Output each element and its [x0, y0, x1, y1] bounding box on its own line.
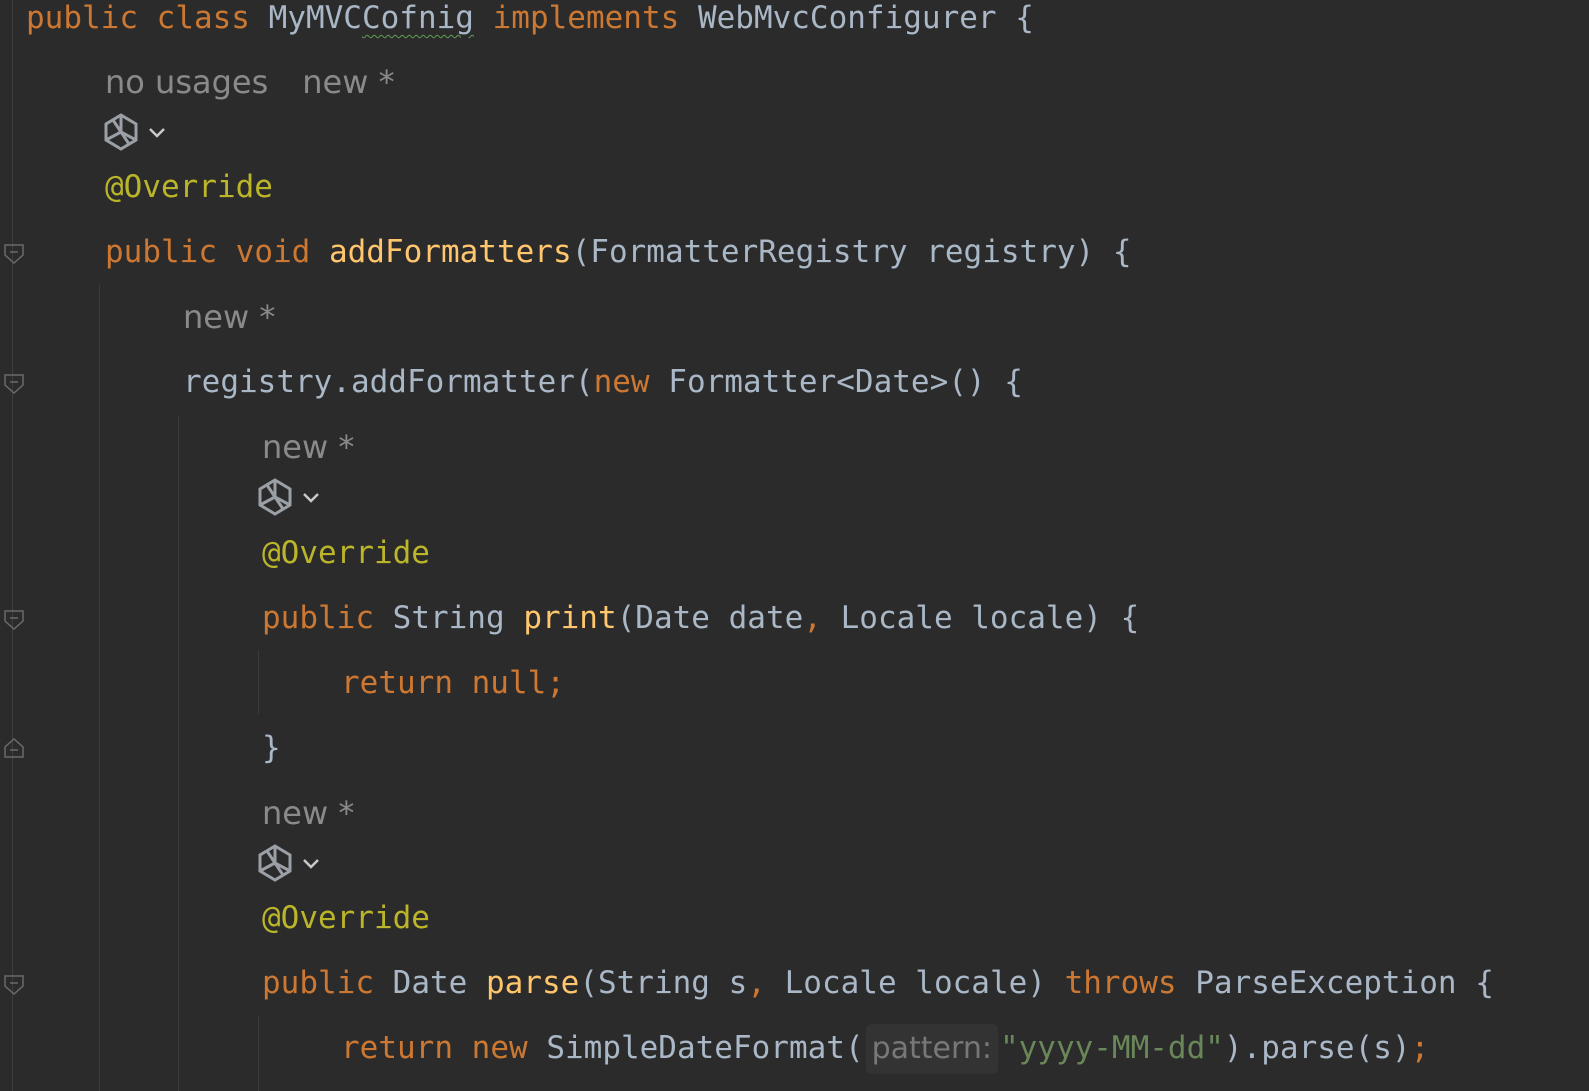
params-a: (String s	[579, 965, 748, 1001]
exception-name: ParseException {	[1195, 965, 1494, 1001]
chevron-down-icon[interactable]	[300, 852, 322, 879]
keyword-public: public	[262, 965, 374, 1001]
keyword-public: public	[262, 600, 374, 636]
return-type: String	[392, 600, 505, 636]
indent-guide	[99, 285, 100, 1091]
ai-assistant-icon[interactable]	[102, 112, 140, 157]
ai-action-row[interactable]	[256, 843, 322, 887]
inlay-hint-author[interactable]: new *	[183, 287, 275, 347]
keyword-return: return	[341, 1030, 453, 1066]
fold-end-marker-icon[interactable]	[3, 737, 25, 759]
code-line-return-parse[interactable]: return new SimpleDateFormat(pattern: "yyy…	[341, 1018, 1429, 1078]
keyword-class: class	[156, 0, 250, 36]
ai-action-row[interactable]	[102, 112, 168, 156]
code-editor[interactable]: public class MyMVCCofnig implements WebM…	[0, 0, 1589, 1091]
code-line-parse-method[interactable]: public Date parse(String s, Locale local…	[262, 953, 1494, 1013]
method-name: parse	[485, 965, 580, 1001]
keyword-void: void	[235, 234, 311, 270]
indent-guide	[178, 415, 179, 1091]
chevron-down-icon[interactable]	[146, 121, 168, 148]
code-line-override[interactable]: @Override	[262, 888, 430, 948]
code-line-override[interactable]: @Override	[105, 157, 273, 217]
keyword-new: new	[593, 364, 650, 400]
code-line-close-brace[interactable]: }	[262, 718, 281, 778]
author-hint[interactable]: new *	[302, 63, 394, 101]
constructor-call: SimpleDateFormat(	[546, 1030, 864, 1066]
code-line-override[interactable]: @Override	[262, 523, 430, 583]
fold-marker-icon[interactable]	[3, 373, 25, 395]
chevron-down-icon[interactable]	[300, 486, 322, 513]
open-brace: {	[1015, 0, 1034, 36]
inlay-hint-usages[interactable]: no usages new *	[105, 52, 395, 112]
code-line-class-decl[interactable]: public class MyMVCCofnig implements WebM…	[26, 0, 1034, 48]
params-a: (Date date	[616, 600, 804, 636]
code-line-add-formatters[interactable]: public void addFormatters(FormatterRegis…	[105, 222, 1132, 282]
keyword-public: public	[26, 0, 138, 36]
fold-marker-icon[interactable]	[3, 974, 25, 996]
code-line-return-null[interactable]: return null;	[341, 653, 565, 713]
method-params: (FormatterRegistry registry) {	[571, 234, 1132, 270]
ai-assistant-icon[interactable]	[256, 843, 294, 888]
interface-name: WebMvcConfigurer	[697, 0, 997, 36]
params-b: Locale locale)	[784, 965, 1046, 1001]
class-name-part1: MyMVC	[268, 0, 362, 36]
keyword-new: new	[471, 1030, 528, 1066]
comma: ,	[747, 965, 766, 1001]
code-line-add-formatter-call[interactable]: registry.addFormatter(new Formatter<Date…	[183, 352, 1023, 412]
keyword-public: public	[105, 234, 217, 270]
keyword-implements: implements	[492, 0, 680, 36]
indent-guide	[258, 650, 259, 714]
ai-assistant-icon[interactable]	[256, 477, 294, 522]
call-target: registry.addFormatter(	[183, 364, 594, 400]
fold-marker-icon[interactable]	[3, 609, 25, 631]
class-name-typo[interactable]: Cofnig	[362, 0, 474, 36]
ai-action-row[interactable]	[256, 477, 322, 521]
fold-marker-icon[interactable]	[3, 243, 25, 265]
parameter-name-hint[interactable]: pattern:	[865, 1024, 998, 1074]
inlay-hint-author[interactable]: new *	[262, 417, 354, 477]
method-name: print	[523, 600, 617, 636]
gutter-divider	[12, 0, 13, 1091]
call-rest: ).parse(s)	[1223, 1030, 1411, 1066]
params-b: Locale locale) {	[840, 600, 1140, 636]
string-literal: "yyyy-MM-dd"	[999, 1030, 1224, 1066]
method-name: addFormatters	[328, 234, 572, 270]
comma: ,	[803, 600, 822, 636]
return-type: Date	[392, 965, 468, 1001]
keyword-throws: throws	[1064, 965, 1177, 1001]
usages-hint[interactable]: no usages	[105, 63, 268, 101]
call-rest: Formatter<Date>() {	[668, 364, 1023, 400]
code-line-print-method[interactable]: public String print(Date date, Locale lo…	[262, 588, 1139, 648]
inlay-hint-author[interactable]: new *	[262, 783, 354, 843]
indent-guide	[258, 1016, 259, 1091]
semicolon: ;	[1410, 1030, 1430, 1066]
